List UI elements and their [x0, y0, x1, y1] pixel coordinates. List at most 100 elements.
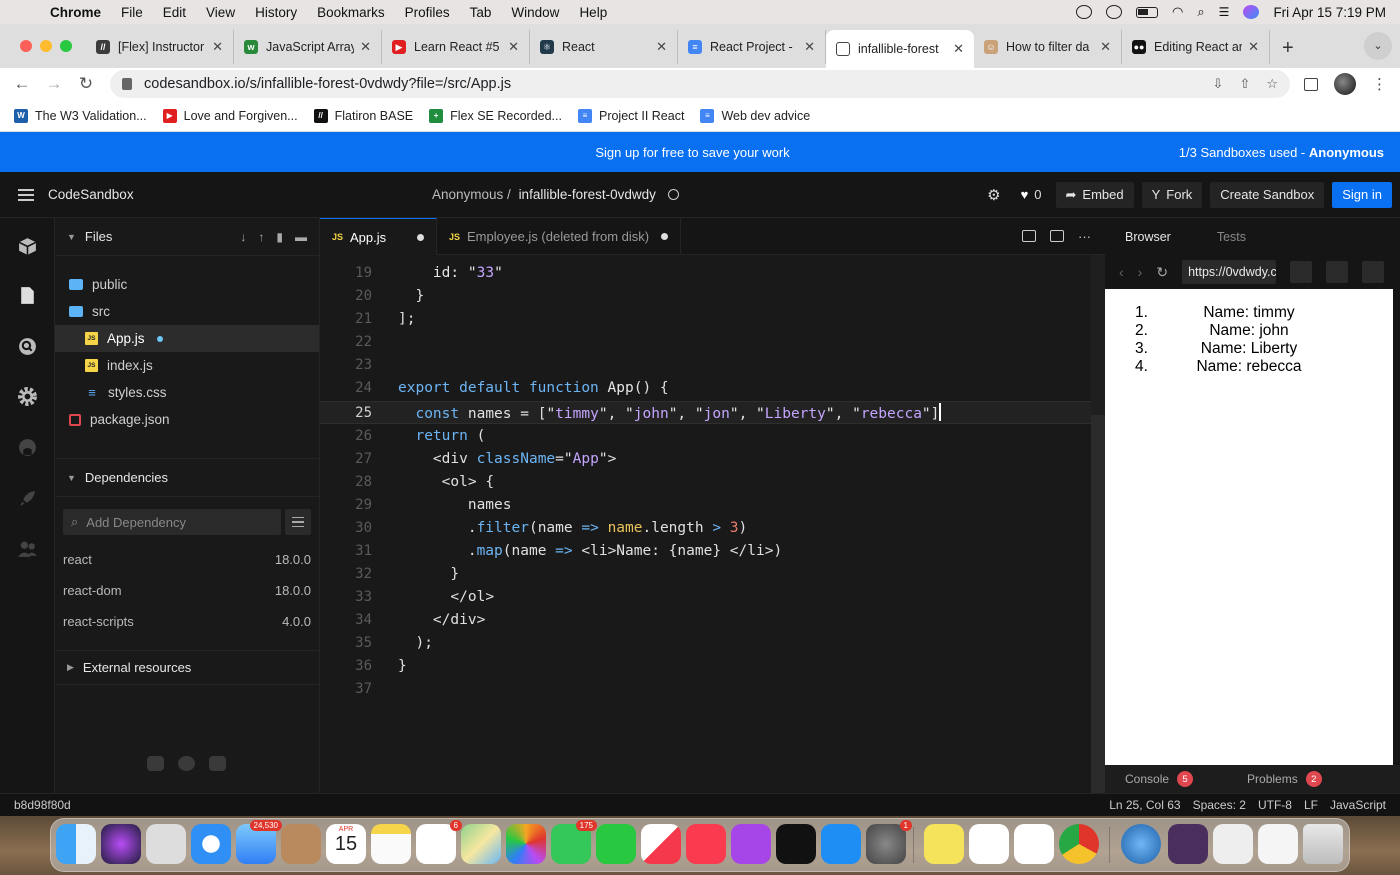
spotlight-icon[interactable]: ⌕ [1197, 4, 1204, 20]
browser-tab[interactable]: ●● Editing React ar ✕ [1122, 30, 1270, 64]
code-line[interactable]: 32 } [320, 562, 1105, 585]
share-icon[interactable]: ⇧ [1239, 76, 1250, 92]
preview-forward-icon[interactable]: › [1138, 264, 1143, 280]
create-sandbox-button[interactable]: Create Sandbox [1210, 181, 1325, 208]
launchpad-icon[interactable] [146, 824, 186, 864]
bookmark-item[interactable]: ≡ Project II React [577, 108, 684, 123]
close-tab-icon[interactable]: ✕ [212, 39, 223, 55]
menu-view[interactable]: View [196, 5, 245, 20]
stickies-icon[interactable] [924, 824, 964, 864]
file-tree-item-app-js[interactable]: JS App.js [55, 325, 319, 352]
signup-banner-text[interactable]: Sign up for free to save your work [0, 145, 1385, 160]
apple-tv-icon[interactable] [776, 824, 816, 864]
code-line[interactable]: 30 .filter(name => name.length > 3) [320, 516, 1105, 539]
browser-tab[interactable]: ☺ How to filter da ✕ [974, 30, 1122, 64]
reload-button[interactable]: ↻ [70, 74, 102, 94]
calendar-icon[interactable]: APR 15 [326, 824, 366, 864]
discord-icon[interactable] [209, 756, 226, 771]
code-line[interactable]: 33 </ol> [320, 585, 1105, 608]
dependency-row[interactable]: react-dom 18.0.0 [55, 575, 319, 606]
problems-toggle[interactable]: Problems 2 [1247, 771, 1322, 787]
globe-icon[interactable] [667, 189, 679, 200]
music-icon[interactable] [686, 824, 726, 864]
search-icon[interactable] [17, 336, 38, 357]
code-line[interactable]: 34 </div> [320, 608, 1105, 631]
window-thumbnail-icon[interactable] [1213, 824, 1253, 864]
app-store-icon[interactable] [821, 824, 861, 864]
unsaved-dot-icon[interactable] [417, 233, 424, 241]
preview-url-input[interactable]: https://0vdwdy.csb.app/ [1182, 260, 1277, 284]
menu-app-name[interactable]: Chrome [40, 5, 111, 20]
chrome-menu-icon[interactable]: ⋮ [1372, 75, 1387, 93]
bookmark-star-icon[interactable]: ☆ [1266, 76, 1278, 92]
install-icon[interactable]: ⇩ [1213, 76, 1224, 92]
minimize-window-button[interactable] [40, 40, 52, 52]
code-line[interactable]: 22 [320, 330, 1105, 353]
code-line[interactable]: 28 <ol> { [320, 470, 1105, 493]
file-tree-item-public[interactable]: public [55, 271, 319, 298]
encoding[interactable]: UTF-8 [1258, 798, 1292, 812]
github-icon[interactable] [178, 756, 195, 771]
cursor-position[interactable]: Ln 25, Col 63 [1109, 798, 1180, 812]
browser-tab[interactable]: // [Flex] Instructor ✕ [86, 30, 234, 64]
settings-gear-icon[interactable]: ⚙ [981, 186, 1006, 204]
sign-in-button[interactable]: Sign in [1332, 181, 1392, 208]
file-tree-item-index-js[interactable]: JS index.js [55, 352, 319, 379]
new-tab-button[interactable]: + [1270, 30, 1306, 68]
podcasts-icon[interactable] [731, 824, 771, 864]
menu-file[interactable]: File [111, 5, 153, 20]
code-line[interactable]: 26 return ( [320, 424, 1105, 447]
console-toggle[interactable]: Console 5 [1125, 771, 1194, 787]
editor-tab-app-js[interactable]: JS App.js [320, 218, 437, 255]
bookmark-item[interactable]: + Flex SE Recorded... [429, 108, 562, 123]
notes-icon[interactable] [371, 824, 411, 864]
expand-caret-icon[interactable]: ▶ [67, 662, 74, 673]
like-button[interactable]: ♥ 0 [1015, 187, 1048, 202]
battery-icon[interactable] [1136, 6, 1159, 18]
address-url[interactable]: codesandbox.io/s/infallible-forest-0vdwd… [144, 76, 511, 92]
bookmark-item[interactable]: W The W3 Validation... [14, 108, 147, 123]
collapse-caret-icon[interactable]: ▼ [67, 232, 76, 242]
collapse-caret-icon[interactable]: ▼ [67, 473, 76, 483]
split-view-icon[interactable] [1022, 230, 1036, 242]
facetime-icon[interactable] [596, 824, 636, 864]
menu-help[interactable]: Help [569, 5, 617, 20]
indentation[interactable]: Spaces: 2 [1193, 798, 1246, 812]
dependencies-section-header[interactable]: ▼ Dependencies [55, 459, 319, 497]
code-line[interactable]: 24 export default function App() { [320, 376, 1105, 399]
users-icon[interactable] [17, 539, 38, 560]
wifi-icon[interactable]: ◠ [1172, 4, 1183, 20]
menu-bookmarks[interactable]: Bookmarks [307, 5, 395, 20]
maps-icon[interactable] [461, 824, 501, 864]
tab-tests[interactable]: Tests [1217, 230, 1246, 244]
code-line-current[interactable]: 25 const names = ["timmy", "john", "jon"… [320, 401, 1105, 424]
menu-window[interactable]: Window [501, 5, 569, 20]
forward-button[interactable]: → [38, 74, 70, 94]
more-options-icon[interactable]: ··· [1078, 229, 1091, 244]
bookmark-item[interactable]: ≡ Web dev advice [700, 108, 810, 123]
sandbox-name[interactable]: Anonymous / infallible-forest-0vdwdy [432, 187, 679, 202]
code-line[interactable]: 31 .map(name => <li>Name: {name} </li>) [320, 539, 1105, 562]
close-tab-icon[interactable]: ✕ [953, 41, 964, 57]
contacts-icon[interactable] [281, 824, 321, 864]
vscode-icon[interactable] [1014, 824, 1054, 864]
menu-clock[interactable]: Fri Apr 15 7:19 PM [1273, 5, 1386, 20]
code-line[interactable]: 27 <div className="App"> [320, 447, 1105, 470]
browser-tab[interactable]: infallible-forest ✕ [826, 30, 974, 68]
finder-icon[interactable] [56, 824, 96, 864]
back-button[interactable]: ← [6, 74, 38, 94]
bookmark-item[interactable]: ▶ Love and Forgiven... [162, 108, 298, 123]
preview-icon[interactable] [1050, 230, 1064, 242]
rocket-icon[interactable] [17, 488, 38, 509]
tab-search-button[interactable]: ⌄ [1364, 32, 1392, 60]
browser-tab[interactable]: ⚛ React ✕ [530, 30, 678, 64]
file-tree-item-package-json[interactable]: package.json [55, 406, 319, 433]
file-tree-item-styles-css[interactable]: ≡ styles.css [55, 379, 319, 406]
new-folder-icon[interactable]: ▬ [295, 230, 307, 244]
fork-button[interactable]: Y Fork [1141, 181, 1203, 208]
reminders-icon[interactable]: 6 [416, 820, 462, 864]
browser-tab[interactable]: ▶ Learn React #5 ✕ [382, 30, 530, 64]
dependency-menu-button[interactable] [285, 509, 311, 535]
dependency-version[interactable]: 18.0.0 [275, 552, 311, 567]
download-icon[interactable]: ↓ [240, 230, 246, 244]
